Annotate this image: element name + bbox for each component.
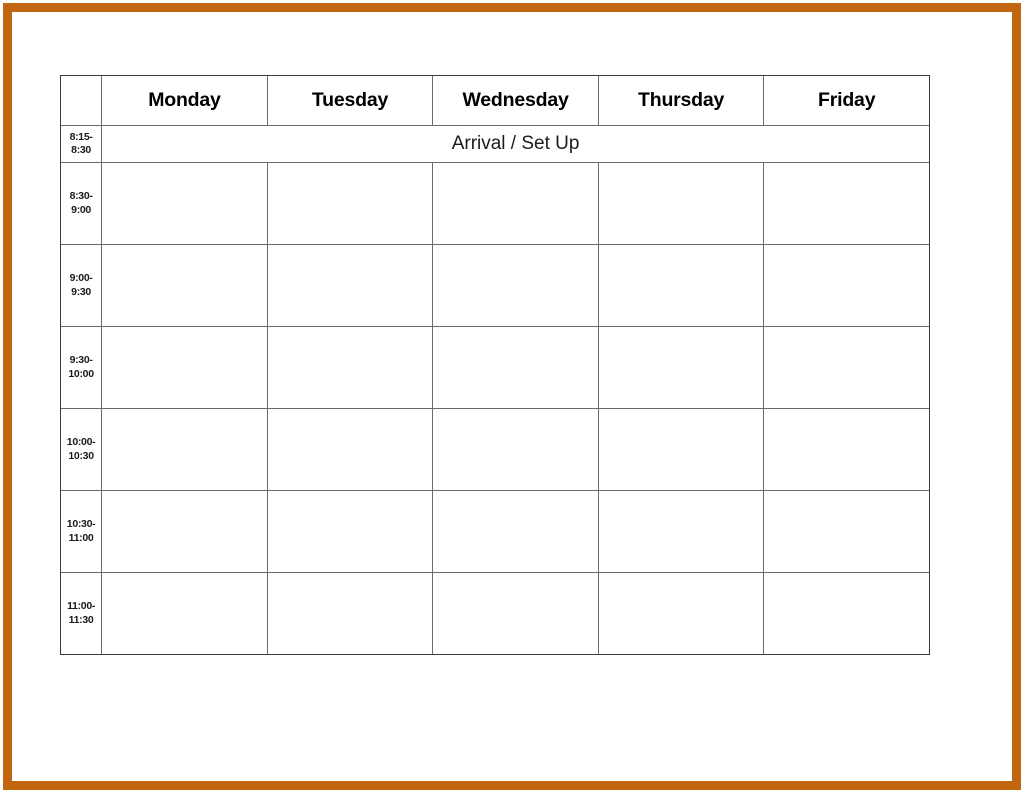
- schedule-cell-thursday-1100[interactable]: [597, 572, 765, 655]
- day-header-monday: Monday: [101, 75, 268, 126]
- schedule-cell-thursday-0830[interactable]: [597, 162, 765, 245]
- schedule-cell-friday-1030[interactable]: [763, 490, 930, 573]
- schedule-cell-friday-0930[interactable]: [763, 326, 930, 409]
- schedule-cell-thursday-0900[interactable]: [597, 244, 765, 327]
- table-row: 9:00- 9:30: [59, 244, 930, 327]
- weekly-schedule-table: Monday Tuesday Wednesday Thursday Friday…: [59, 75, 930, 655]
- schedule-cell-tuesday-0830[interactable]: [266, 162, 434, 245]
- schedule-cell-tuesday-0930[interactable]: [266, 326, 434, 409]
- schedule-cell-tuesday-1030[interactable]: [266, 490, 434, 573]
- time-label-1030-1100: 10:30- 11:00: [59, 490, 103, 573]
- schedule-cell-friday-1100[interactable]: [763, 572, 930, 655]
- schedule-cell-monday-0930[interactable]: [101, 326, 268, 409]
- schedule-cell-tuesday-1000[interactable]: [266, 408, 434, 491]
- schedule-cell-wednesday-0830[interactable]: [432, 162, 599, 245]
- table-row: 9:30- 10:00: [59, 326, 930, 409]
- schedule-cell-monday-1000[interactable]: [101, 408, 268, 491]
- day-header-tuesday: Tuesday: [266, 75, 434, 126]
- schedule-cell-tuesday-0900[interactable]: [266, 244, 434, 327]
- time-label-1000-1030: 10:00- 10:30: [59, 408, 103, 491]
- page-canvas: Monday Tuesday Wednesday Thursday Friday…: [12, 12, 1012, 781]
- schedule-cell-monday-0900[interactable]: [101, 244, 268, 327]
- time-label-0815-0830: 8:15- 8:30: [59, 125, 103, 163]
- day-header-thursday: Thursday: [597, 75, 765, 126]
- time-label-1100-1130: 11:00- 11:30: [59, 572, 103, 655]
- header-corner-cell: [59, 75, 103, 126]
- day-header-friday: Friday: [763, 75, 930, 126]
- table-row: 8:30- 9:00: [59, 162, 930, 245]
- schedule-cell-monday-0830[interactable]: [101, 162, 268, 245]
- table-header-row: Monday Tuesday Wednesday Thursday Friday: [59, 75, 930, 126]
- schedule-cell-wednesday-1100[interactable]: [432, 572, 599, 655]
- schedule-cell-friday-1000[interactable]: [763, 408, 930, 491]
- day-header-wednesday: Wednesday: [432, 75, 599, 126]
- schedule-cell-monday-1030[interactable]: [101, 490, 268, 573]
- schedule-cell-thursday-0930[interactable]: [597, 326, 765, 409]
- arrival-set-up-cell[interactable]: Arrival / Set Up: [101, 125, 930, 163]
- table-row: 10:30- 11:00: [59, 490, 930, 573]
- weekly-schedule-container: Monday Tuesday Wednesday Thursday Friday…: [59, 75, 930, 659]
- schedule-cell-tuesday-1100[interactable]: [266, 572, 434, 655]
- schedule-cell-wednesday-0900[interactable]: [432, 244, 599, 327]
- table-row: 11:00- 11:30: [59, 572, 930, 655]
- schedule-cell-wednesday-1030[interactable]: [432, 490, 599, 573]
- schedule-cell-thursday-1000[interactable]: [597, 408, 765, 491]
- time-label-0830-0900: 8:30- 9:00: [59, 162, 103, 245]
- table-row: 8:15- 8:30 Arrival / Set Up: [59, 125, 930, 163]
- table-row: 10:00- 10:30: [59, 408, 930, 491]
- time-label-0930-1000: 9:30- 10:00: [59, 326, 103, 409]
- schedule-cell-wednesday-0930[interactable]: [432, 326, 599, 409]
- schedule-cell-wednesday-1000[interactable]: [432, 408, 599, 491]
- schedule-cell-thursday-1030[interactable]: [597, 490, 765, 573]
- time-label-0900-0930: 9:00- 9:30: [59, 244, 103, 327]
- schedule-cell-friday-0830[interactable]: [763, 162, 930, 245]
- schedule-cell-friday-0900[interactable]: [763, 244, 930, 327]
- schedule-cell-monday-1100[interactable]: [101, 572, 268, 655]
- orange-page-frame: Monday Tuesday Wednesday Thursday Friday…: [3, 3, 1021, 790]
